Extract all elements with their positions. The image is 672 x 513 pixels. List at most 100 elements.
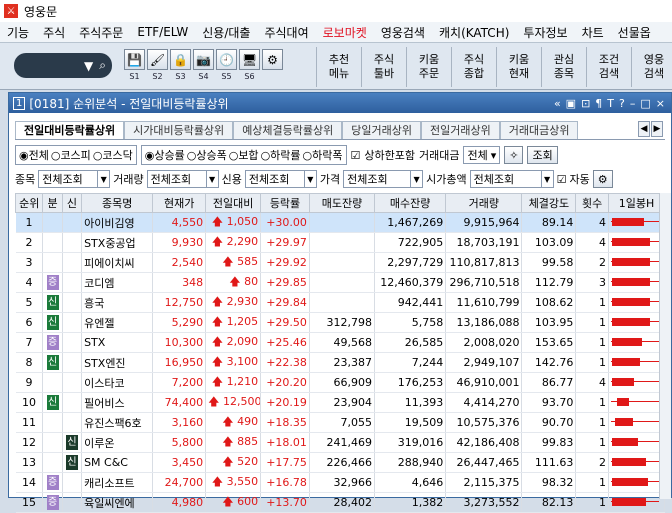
table-row[interactable]: 12 신 이루온 5,800 🡅 885 +18.01 241,469 319,016 42,1… [15, 432, 666, 453]
type-radio[interactable]: ○하락률 [261, 147, 301, 163]
vertical-scrollbar[interactable] [659, 193, 671, 499]
stock-name-cell[interactable]: STX중공업 [81, 232, 154, 253]
window-control-icon[interactable]: ? [619, 97, 625, 110]
table-row[interactable]: 10 신 필어비스 74,400 🡅 12,500 +20.19 23,904 11,393 4… [15, 392, 666, 413]
auto-checkbox[interactable]: ☑ [557, 173, 567, 186]
window-control-icon[interactable]: □ [640, 97, 650, 110]
table-row[interactable]: 7 증 STX 10,300 🡅 2,090 +25.46 49,568 26,585 2,00… [15, 332, 666, 353]
table-row[interactable]: 15 증 육일씨엔에 4,980 🡅 600 +13.70 28,402 1,382 3,273… [15, 492, 666, 513]
include-limit-checkbox[interactable]: ☑ [351, 149, 361, 162]
window-control-icon[interactable]: T [607, 97, 614, 110]
column-header[interactable]: 체결강도 [521, 193, 577, 213]
column-header[interactable]: 매수잔량 [373, 193, 447, 213]
stock-name-cell[interactable]: 유진스팩6호 [81, 412, 154, 433]
stock-name-cell[interactable]: 캐리소프트 [81, 472, 154, 493]
column-header[interactable]: 거래량 [445, 193, 523, 213]
table-row[interactable]: 1 아이비김영 4,550 🡅 1,050 +30.00 1,467,269 9,915,9… [15, 212, 666, 233]
menu-item[interactable]: 차트 [575, 24, 611, 41]
tab-scroll-left-icon[interactable]: ◀ [638, 121, 650, 137]
market-radio[interactable]: ○코스닥 [93, 147, 133, 163]
stock-name-cell[interactable]: 유엔젤 [81, 312, 154, 333]
table-row[interactable]: 6 신 유엔젤 5,290 🡅 1,205 +29.50 312,798 5,758 13,18… [15, 312, 666, 333]
gear-icon[interactable]: ⚙ [262, 49, 283, 70]
menu-item[interactable]: 주식대여 [257, 24, 315, 41]
quick-menu-button[interactable]: 추천 메뉴 [316, 47, 361, 87]
table-row[interactable]: 14 증 캐리소프트 24,700 🡅 3,550 +16.78 32,966 4,646 2,… [15, 472, 666, 493]
filter-select[interactable]: 전체조회 ▼ [38, 170, 111, 188]
tab-item[interactable]: 전일대비등락률상위 [15, 121, 125, 139]
column-header[interactable]: 횟수 [575, 193, 609, 213]
column-header[interactable]: 순위 [14, 193, 44, 213]
menu-item[interactable]: 로보마켓 [316, 24, 374, 41]
column-header[interactable]: 현재가 [152, 193, 207, 213]
market-radio[interactable]: ○코스피 [51, 147, 91, 163]
search-icon[interactable]: ⌕ [99, 58, 106, 73]
tab-item[interactable]: 당일거래상위 [342, 121, 422, 139]
camera-icon[interactable]: 📷 [193, 49, 214, 70]
lock-icon[interactable]: 🔒 [170, 49, 191, 70]
tab-item[interactable]: 시가대비등락률상위 [124, 121, 234, 139]
menu-item[interactable]: ETF/ELW [130, 25, 195, 39]
window-control-icon[interactable]: × [656, 97, 665, 110]
brush-icon[interactable]: 🖌 [147, 49, 168, 70]
window-control-icon[interactable]: ⊡ [581, 97, 590, 110]
table-row[interactable]: 5 신 흥국 12,750 🡅 2,930 +29.84 942,441 11,610,799… [15, 292, 666, 313]
window-control-icon[interactable]: ▣ [566, 97, 576, 110]
save-icon[interactable]: 💾 [124, 49, 145, 70]
stock-name-cell[interactable]: 필어비스 [81, 392, 154, 413]
quick-menu-button[interactable]: 키움 주문 [406, 47, 451, 87]
column-header[interactable]: 분 [42, 193, 63, 213]
quick-menu-button[interactable]: 관심 종목 [541, 47, 586, 87]
quick-menu-button[interactable]: 주식 종합 [451, 47, 496, 87]
tab-item[interactable]: 전일거래상위 [421, 121, 500, 139]
type-radio[interactable]: ◉상승률 [145, 147, 185, 163]
column-header[interactable]: 등락률 [260, 193, 310, 213]
trade-value-select[interactable]: 전체 ▾ [463, 146, 501, 164]
menu-item[interactable]: 선물옵 [611, 24, 658, 41]
table-row[interactable]: 2 STX중공업 9,930 🡅 2,290 +29.97 722,905 18,703,1… [15, 232, 666, 253]
column-header[interactable]: 전일대비 [205, 193, 262, 213]
stock-name-cell[interactable]: 코디엠 [81, 272, 154, 293]
filter-select[interactable]: 전체조회 ▼ [146, 170, 219, 188]
menu-item[interactable]: 신용/대출 [195, 24, 257, 41]
clock-icon[interactable]: 🕘 [216, 49, 237, 70]
monitor-icon[interactable]: 🖥 [239, 49, 260, 70]
window-control-icon[interactable]: « [554, 97, 561, 110]
stock-name-cell[interactable]: 이스타코 [81, 372, 154, 393]
quick-menu-button[interactable]: 주식 툴바 [361, 47, 406, 87]
filter-select[interactable]: 전체조회 ▼ [343, 170, 424, 188]
table-row[interactable]: 3 피에이치씨 2,540 🡅 585 +29.92 2,297,729 110,817,8… [15, 252, 666, 273]
stock-name-cell[interactable]: 흥국 [81, 292, 154, 313]
menu-item[interactable]: 주식주문 [72, 24, 130, 41]
table-row[interactable]: 11 유진스팩6호 3,160 🡅 490 +18.35 7,055 19,509 10,57… [15, 412, 666, 433]
tab-item[interactable]: 거래대금상위 [499, 121, 579, 139]
tab-item[interactable]: 예상체결등락률상위 [233, 121, 343, 139]
query-button[interactable]: 조회 [527, 146, 558, 164]
menu-item[interactable]: 기능 [0, 24, 36, 41]
stock-search-box[interactable]: ▼ ⌕ [14, 53, 112, 78]
dropdown-arrow-icon[interactable]: ▼ [84, 59, 93, 73]
stock-name-cell[interactable]: 아이비김영 [81, 212, 154, 233]
stock-name-cell[interactable]: SM C&C [81, 452, 154, 473]
gear-icon[interactable]: ⚙ [592, 170, 613, 188]
menu-item[interactable]: 주식 [36, 24, 72, 41]
table-row[interactable]: 13 신 SM C&C 3,450 🡅 520 +17.75 226,466 288,940 2… [15, 452, 666, 473]
type-radio[interactable]: ○상승폭 [187, 147, 227, 163]
filter-select[interactable]: 전체조회 ▼ [244, 170, 317, 188]
market-radio[interactable]: ◉전체 [19, 147, 49, 163]
window-control-icon[interactable]: – [630, 97, 636, 110]
table-row[interactable]: 8 신 STX엔진 16,950 🡅 3,100 +22.38 23,387 7,244 2,9… [15, 352, 666, 373]
column-header[interactable]: 종목명 [81, 193, 154, 213]
tab-scroll-right-icon[interactable]: ▶ [651, 121, 663, 137]
column-header[interactable]: 매도잔량 [308, 193, 376, 213]
settings-small-button[interactable]: ✧ [504, 146, 524, 164]
table-row[interactable]: 4 증 코디엠 348 🡅 80 +29.85 12,460,379 296,710,518 1… [15, 272, 666, 293]
column-header[interactable]: 신 [61, 193, 83, 213]
stock-name-cell[interactable]: 육일씨엔에 [81, 492, 154, 513]
table-row[interactable]: 9 이스타코 7,200 🡅 1,210 +20.20 66,909 176,253 46,9… [15, 372, 666, 393]
quick-menu-button[interactable]: 조건 검색 [586, 47, 631, 87]
window-control-icon[interactable]: ¶ [595, 97, 602, 110]
stock-name-cell[interactable]: 피에이치씨 [81, 252, 154, 273]
stock-name-cell[interactable]: STX [81, 332, 154, 353]
stock-name-cell[interactable]: 이루온 [81, 432, 154, 453]
